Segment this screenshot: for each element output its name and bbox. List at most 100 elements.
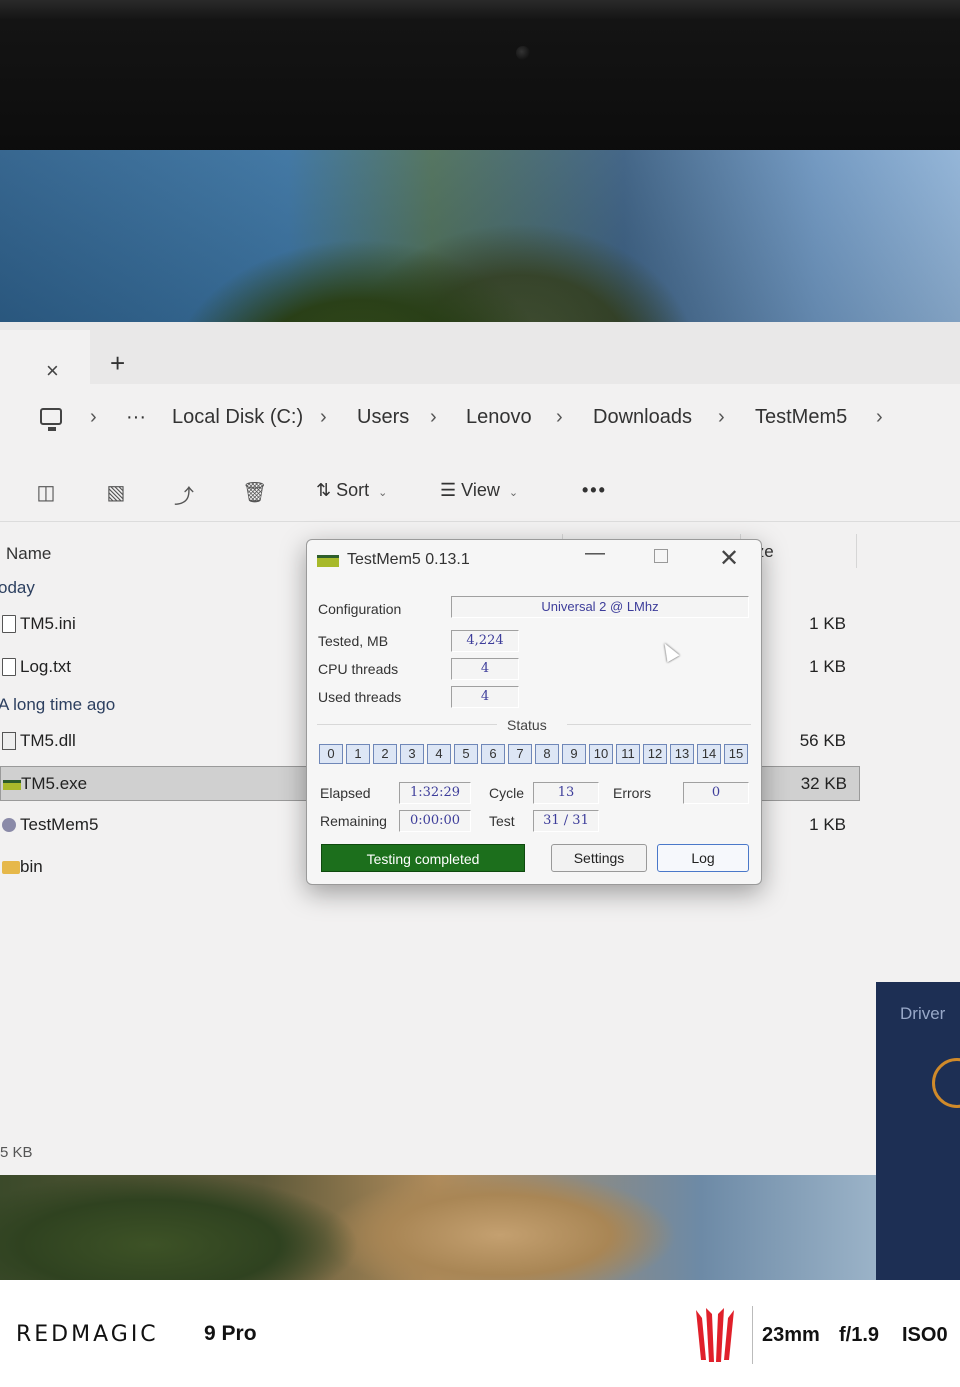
redmagic-logo-icon (696, 1308, 734, 1362)
column-divider[interactable] (856, 534, 857, 568)
file-name: TM5.ini (20, 614, 76, 633)
sort-label: Sort (336, 480, 370, 500)
configuration-label: Configuration (318, 601, 402, 617)
thread-status-box: 13 (670, 744, 694, 764)
elapsed-label: Elapsed (320, 785, 371, 801)
tab-testmem5[interactable]: × (0, 330, 90, 384)
thread-status-box: 6 (481, 744, 505, 764)
breadcrumb-more[interactable]: ··· (126, 406, 146, 429)
breadcrumb-downloads[interactable]: Downloads (593, 406, 692, 429)
dialog-title: TestMem5 0.13.1 (347, 551, 470, 568)
doc-icon (2, 658, 16, 676)
close-button[interactable]: ✕ (709, 544, 749, 576)
thread-status-box: 4 (427, 744, 451, 764)
thread-status-box: 15 (724, 744, 748, 764)
sort-button[interactable]: ⇅ Sort ⌄ (316, 480, 387, 501)
thread-status-box: 1 (346, 744, 370, 764)
chevron-right-icon[interactable]: › (556, 406, 563, 429)
breadcrumb-local-disk[interactable]: Local Disk (C:) (172, 406, 303, 429)
chevron-down-icon: ⌄ (378, 487, 388, 499)
group-long-time-ago[interactable]: A long time ago (0, 695, 115, 715)
chevron-right-icon[interactable]: › (90, 406, 97, 429)
errors-label: Errors (613, 785, 652, 801)
chevron-right-icon[interactable]: › (430, 406, 437, 429)
testing-completed-status: Testing completed (321, 844, 525, 872)
file-name: bin (20, 857, 43, 876)
status-bar-selection-size: 5 KB (0, 1144, 33, 1161)
status-divider (567, 724, 751, 725)
delete-icon[interactable]: 🗑 (242, 480, 267, 504)
thread-status-box: 14 (697, 744, 721, 764)
log-button[interactable]: Log (657, 844, 749, 872)
breadcrumb[interactable]: › ··· Local Disk (C:) › Users › Lenovo ›… (0, 392, 960, 448)
thread-status-box: 2 (373, 744, 397, 764)
tested-mb-field: 4,224 (451, 630, 519, 652)
view-label: View (461, 480, 500, 500)
thread-status-box: 0 (319, 744, 343, 764)
camera-watermark: REDMAGIC 9 Pro 23mm f/1.9 ISO0 (0, 1280, 960, 1387)
elapsed-field: 1:32:29 (399, 782, 471, 804)
chevron-right-icon[interactable]: › (320, 406, 327, 429)
new-tab-button[interactable]: + (110, 348, 125, 379)
more-options-button[interactable]: ••• (582, 480, 607, 501)
watermark-divider (752, 1306, 753, 1364)
tested-mb-label: Tested, MB (318, 633, 389, 649)
doc-icon (2, 615, 16, 633)
share-icon[interactable]: ⤴ (172, 480, 196, 508)
dll-icon (2, 732, 16, 750)
view-button[interactable]: ☰ View ⌄ (440, 480, 518, 501)
this-pc-icon[interactable] (40, 408, 62, 431)
thread-status-box: 12 (643, 744, 667, 764)
phone-model: 9 Pro (204, 1322, 257, 1345)
group-today[interactable]: oday (0, 578, 35, 598)
test-field: 31 / 31 (533, 810, 599, 832)
minimize-button[interactable]: — (575, 542, 615, 574)
tab-bar: × + (0, 322, 960, 384)
gauge-ring-icon (932, 1058, 960, 1108)
file-size: 32 KB (800, 774, 847, 793)
chevron-down-icon: ⌄ (508, 487, 519, 499)
sort-icon: ⇅ (316, 480, 332, 500)
folder-icon (2, 861, 20, 874)
remaining-field: 0:00:00 (399, 810, 471, 832)
driver-widget[interactable]: Driver (876, 982, 960, 1280)
view-icon: ☰ (440, 480, 457, 500)
shortcut-icon (2, 818, 16, 832)
thread-status-box: 5 (454, 744, 478, 764)
testmem5-dialog: TestMem5 0.13.1 — ✕ Configuration Univer… (306, 539, 762, 885)
thread-status-box: 10 (589, 744, 613, 764)
rename-icon[interactable]: ▧ (104, 480, 128, 504)
breadcrumb-users[interactable]: Users (357, 406, 409, 429)
iso: ISO0 (902, 1324, 948, 1346)
cycle-field: 13 (533, 782, 599, 804)
exe-icon (3, 780, 21, 790)
settings-button[interactable]: Settings (551, 844, 647, 872)
used-threads-field: 4 (451, 686, 519, 708)
file-size: 56 KB (799, 731, 846, 750)
column-name[interactable]: Name (6, 544, 51, 564)
tab-close-icon[interactable]: × (46, 358, 59, 384)
webcam (516, 46, 530, 60)
breadcrumb-lenovo[interactable]: Lenovo (466, 406, 532, 429)
maximize-icon (654, 549, 668, 563)
memory-stick-icon (317, 555, 339, 567)
screen-sheen (0, 150, 960, 335)
aperture: f/1.9 (839, 1324, 880, 1346)
chevron-right-icon[interactable]: › (876, 406, 883, 429)
maximize-button[interactable] (641, 546, 681, 578)
remaining-label: Remaining (320, 813, 387, 829)
used-threads-label: Used threads (318, 689, 402, 705)
status-divider (317, 724, 497, 725)
cpu-threads-label: CPU threads (318, 661, 399, 677)
chevron-right-icon[interactable]: › (718, 406, 725, 429)
desktop-wallpaper-bottom (0, 1175, 876, 1280)
thread-status-box: 11 (616, 744, 640, 764)
paste-icon[interactable]: ◫ (34, 480, 58, 504)
file-size: 1 KB (809, 815, 846, 834)
thread-status-box: 3 (400, 744, 424, 764)
file-name: Log.txt (20, 657, 72, 676)
command-bar: ◫ ▧ ⤴ 🗑 ⇅ Sort ⌄ ☰ View ⌄ ••• (0, 462, 960, 522)
cpu-threads-field: 4 (451, 658, 519, 680)
file-name: TM5.dll (20, 731, 76, 750)
breadcrumb-testmem5[interactable]: TestMem5 (755, 406, 847, 429)
